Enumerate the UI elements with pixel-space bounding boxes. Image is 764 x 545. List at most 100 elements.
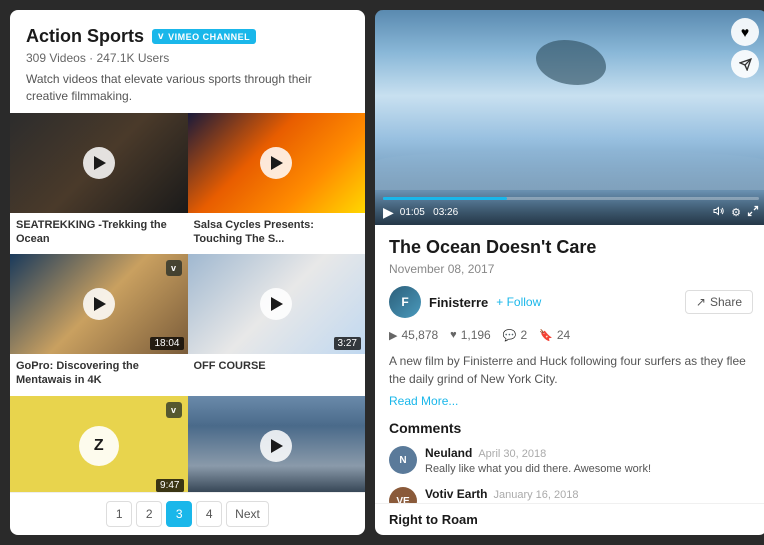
share-label: Share [710,295,742,309]
video-title-1: SEATREKKING -Trekking the Ocean [10,213,188,255]
fullscreen-icon[interactable] [747,205,759,220]
vimeo-v-icon: v [158,31,164,42]
share-button[interactable]: ↗ Share [685,290,753,314]
page-btn-2[interactable]: 2 [136,501,162,527]
comment-avatar-2: VE [389,487,417,503]
island-shape [536,40,606,85]
comment-author-2[interactable]: Votiv Earth [425,487,487,501]
play-button-2[interactable] [260,147,292,179]
comment-text-1: Really like what you did there. Awesome … [425,462,651,477]
right-panel: ♥ ▶ 01:05 03:26 [375,10,764,535]
heart-button[interactable]: ♥ [731,18,759,46]
page-btn-4[interactable]: 4 [196,501,222,527]
comment-date-2: January 16, 2018 [493,489,578,501]
comment-body-2: Votiv Earth January 16, 2018 Really grea… [425,487,753,503]
settings-icon[interactable]: ⚙ [731,206,741,219]
video-date: November 08, 2017 [389,262,753,276]
video-info: The Ocean Doesn't Care November 08, 2017… [375,225,764,503]
pagination: 1 2 3 4 Next [10,492,365,535]
comment-stat-icon: 💬 [503,329,517,342]
vimeo-watermark-5: v [166,402,182,418]
video-item-5[interactable]: Z v 9:47 Zügel The Hügel // Full Part //… [10,396,188,492]
progress-bar[interactable] [383,197,759,200]
video-grid: SEATREKKING -Trekking the Ocean Salsa Cy… [10,113,365,492]
video-thumb-4: 3:27 [188,254,366,354]
ctrl-icons: ⚙ [713,205,759,220]
volume-icon[interactable] [713,205,725,220]
stats-row: ▶ 45,878 ♥ 1,196 💬 2 🔖 24 [389,328,753,342]
wave-shape [375,150,764,190]
page-btn-1[interactable]: 1 [106,501,132,527]
comment-author-1[interactable]: Neuland [425,446,472,460]
comment-body-1: Neuland April 30, 2018 Really like what … [425,446,651,477]
video-item-1[interactable]: SEATREKKING -Trekking the Ocean [10,113,188,255]
video-thumb-3: v 18:04 [10,254,188,354]
page-next-btn[interactable]: Next [226,501,269,527]
video-duration-4: 3:27 [334,337,361,350]
play-button-4[interactable] [260,288,292,320]
video-item-2[interactable]: Salsa Cycles Presents: Touching The S... [188,113,366,255]
left-panel: Action Sports v VIMEO CHANNEL 309 Videos… [10,10,365,535]
video-thumb-2 [188,113,366,213]
share-icon: ↗ [696,295,706,309]
zebra-icon: Z [79,426,119,466]
zebra-circle: Z [79,426,119,466]
player-controls: ▶ 01:05 03:26 ⚙ [375,191,764,225]
channel-header: Action Sports v VIMEO CHANNEL 309 Videos… [10,10,365,113]
save-stat-icon: 🔖 [539,329,553,342]
comment-avatar-1: N [389,446,417,474]
video-player[interactable]: ♥ ▶ 01:05 03:26 [375,10,764,225]
video-item-3[interactable]: v 18:04 GoPro: Discovering the Mentawais… [10,254,188,396]
read-more-link[interactable]: Read More... [389,394,753,408]
author-left: F Finisterre + Follow [389,286,541,318]
play-button-1[interactable] [83,147,115,179]
vimeo-watermark-3: v [166,260,182,276]
play-stat-icon: ▶ [389,329,397,342]
plays-stat: ▶ 45,878 [389,328,438,342]
play-button-6[interactable] [260,430,292,462]
saves-stat: 🔖 24 [539,328,570,342]
video-item-6[interactable]: Black Diamond Presents: Rhythm [188,396,366,492]
comment-date-1: April 30, 2018 [478,448,546,460]
time-display: 01:05 03:26 [400,207,707,218]
current-time: 01:05 [400,207,425,218]
author-name[interactable]: Finisterre [429,295,488,310]
plays-count: 45,878 [401,328,438,342]
channel-desc: Watch videos that elevate various sports… [26,71,349,105]
video-title-2: Salsa Cycles Presents: Touching The S... [188,213,366,255]
comments-title: Comments [389,420,753,436]
comments-stat: 💬 2 [503,328,527,342]
author-row: F Finisterre + Follow ↗ Share [389,286,753,318]
video-thumb-6 [188,396,366,492]
comments-count: 2 [520,328,527,342]
comments-section: Comments N Neuland April 30, 2018 Really… [389,420,753,503]
video-title: The Ocean Doesn't Care [389,237,753,258]
comment-header-2: Votiv Earth January 16, 2018 [425,487,753,501]
controls-row: ▶ 01:05 03:26 ⚙ [383,204,759,221]
vimeo-badge: v VIMEO CHANNEL [152,29,256,44]
video-duration-5: 9:47 [156,479,183,492]
play-button-3[interactable] [83,288,115,320]
channel-stats: 309 Videos · 247.1K Users [26,51,349,65]
channel-title: Action Sports [26,26,144,47]
video-thumb-5: Z v 9:47 [10,396,188,492]
share-top-button[interactable] [731,50,759,78]
comment-header-1: Neuland April 30, 2018 [425,446,651,460]
video-title-3: GoPro: Discovering the Mentawais in 4K [10,354,188,396]
follow-button[interactable]: + Follow [496,295,541,309]
channel-title-row: Action Sports v VIMEO CHANNEL [26,26,349,47]
video-title-4: OFF COURSE [188,354,366,381]
play-pause-button[interactable]: ▶ [383,204,394,221]
right-to-roam-link[interactable]: Right to Roam [375,503,764,535]
app-container: Action Sports v VIMEO CHANNEL 309 Videos… [0,0,764,545]
vimeo-badge-label: VIMEO CHANNEL [168,32,250,42]
author-avatar: F [389,286,421,318]
heart-stat-icon: ♥ [450,329,457,341]
video-thumb-1 [10,113,188,213]
video-duration-3: 18:04 [150,337,183,350]
page-btn-3[interactable]: 3 [166,501,192,527]
video-item-4[interactable]: 3:27 OFF COURSE [188,254,366,396]
saves-count: 24 [557,328,570,342]
total-duration: 03:26 [433,207,458,218]
comment-item-1: N Neuland April 30, 2018 Really like wha… [389,446,753,477]
